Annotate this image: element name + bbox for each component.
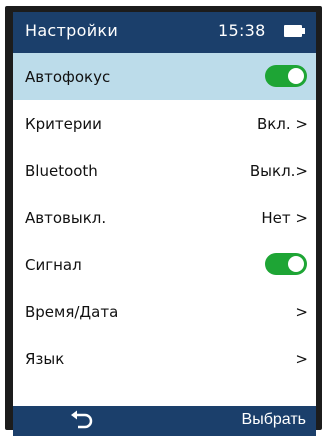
menu-item-value: > [295,302,308,321]
menu-item-language[interactable]: Язык > [13,335,316,382]
clock: 15:38 [218,21,266,40]
menu-item-signal[interactable]: Сигнал [13,241,316,288]
menu-item-time-date[interactable]: Время/Дата > [13,288,316,335]
back-arrow-icon [71,410,93,429]
menu-item-label: Сигнал [25,255,82,274]
softkey-bar: Выбрать [13,406,316,436]
screen-title: Настройки [25,21,119,40]
back-button[interactable] [69,409,95,433]
menu-item-label: Критерии [25,114,102,133]
menu-item-label: Автофокус [25,67,111,86]
menu-item-value: Вкл. > [256,114,308,133]
menu-item-value: Выкл.> [249,161,308,180]
menu-item-label: Bluetooth [25,161,98,180]
autofocus-toggle[interactable] [265,65,307,87]
status-bar: Настройки 15:38 [13,12,316,53]
menu-item-value: Нет > [261,208,308,227]
menu-item-label: Язык [25,349,65,368]
menu-item-bluetooth[interactable]: Bluetooth Выкл.> [13,147,316,194]
signal-toggle[interactable] [265,253,307,275]
toggle-knob [288,256,304,272]
screen: Настройки 15:38 Автофокус Критерии Вкл. … [13,12,316,436]
menu-item-auto-off[interactable]: Автовыкл. Нет > [13,194,316,241]
menu-item-label: Автовыкл. [25,208,107,227]
menu-item-label: Время/Дата [25,302,119,321]
menu-item-value: > [295,349,308,368]
device-frame: Настройки 15:38 Автофокус Критерии Вкл. … [5,6,322,436]
menu-item-autofocus[interactable]: Автофокус [13,53,316,100]
select-button[interactable]: Выбрать [242,411,306,429]
battery-icon [284,25,306,37]
toggle-knob [288,68,304,84]
menu-item-criteria[interactable]: Критерии Вкл. > [13,100,316,147]
settings-menu: Автофокус Критерии Вкл. > Bluetooth Выкл… [13,53,316,382]
